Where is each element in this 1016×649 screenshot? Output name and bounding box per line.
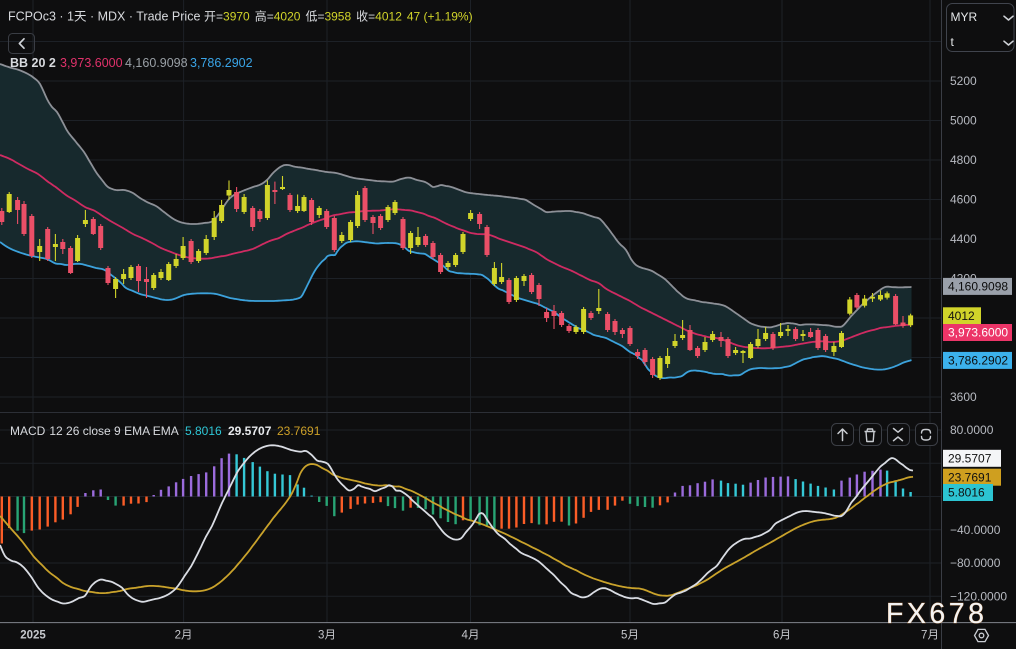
svg-text:4400: 4400 [950, 232, 977, 246]
svg-text:29.5707: 29.5707 [948, 452, 992, 466]
svg-text:4012: 4012 [948, 309, 975, 323]
svg-text:4,160.9098: 4,160.9098 [125, 56, 188, 70]
svg-text:4600: 4600 [950, 193, 977, 207]
svg-text:4800: 4800 [950, 153, 977, 167]
svg-text:FCPOc3 · 1天 · MDX · Trade Pric: FCPOc3 · 1天 · MDX · Trade Price [8, 10, 200, 24]
svg-text:−120.0000: −120.0000 [950, 590, 1007, 604]
svg-text:5200: 5200 [950, 74, 977, 88]
svg-text:3,973.6000: 3,973.6000 [60, 56, 123, 70]
svg-text:4月: 4月 [462, 630, 480, 642]
svg-text:BB 20 2: BB 20 2 [10, 56, 56, 70]
svg-text:4,160.9098: 4,160.9098 [948, 280, 1008, 294]
svg-text:开=3970高=4020低=3958收=401247 (+1: 开=3970 高=4020 低=3958 收=4012 47 (+1.19%) [204, 9, 473, 24]
svg-text:7月: 7月 [921, 630, 939, 642]
svg-text:23.7691: 23.7691 [277, 424, 321, 438]
svg-text:5月: 5月 [621, 630, 639, 642]
svg-text:−80.0000: −80.0000 [950, 556, 1001, 570]
svg-text:29.5707: 29.5707 [228, 424, 272, 438]
svg-text:3,786.2902: 3,786.2902 [948, 354, 1008, 368]
svg-text:3月: 3月 [318, 630, 336, 642]
svg-text:5.8016: 5.8016 [185, 424, 222, 438]
svg-text:MYR: MYR [951, 10, 978, 24]
svg-text:MACD12 26 close 9 EMA EMA: MACD 12 26 close 9 EMA EMA [10, 424, 179, 438]
svg-text:5000: 5000 [950, 114, 977, 128]
svg-text:−40.0000: −40.0000 [950, 523, 1001, 537]
svg-text:6月: 6月 [773, 630, 791, 642]
svg-text:3,786.2902: 3,786.2902 [190, 56, 253, 70]
svg-text:2025: 2025 [20, 630, 46, 642]
svg-text:80.0000: 80.0000 [950, 423, 994, 437]
svg-text:3600: 3600 [950, 390, 977, 404]
svg-text:23.7691: 23.7691 [948, 470, 992, 484]
svg-text:2月: 2月 [175, 630, 193, 642]
svg-text:5.8016: 5.8016 [948, 486, 985, 500]
svg-text:3,973.6000: 3,973.6000 [948, 326, 1008, 340]
